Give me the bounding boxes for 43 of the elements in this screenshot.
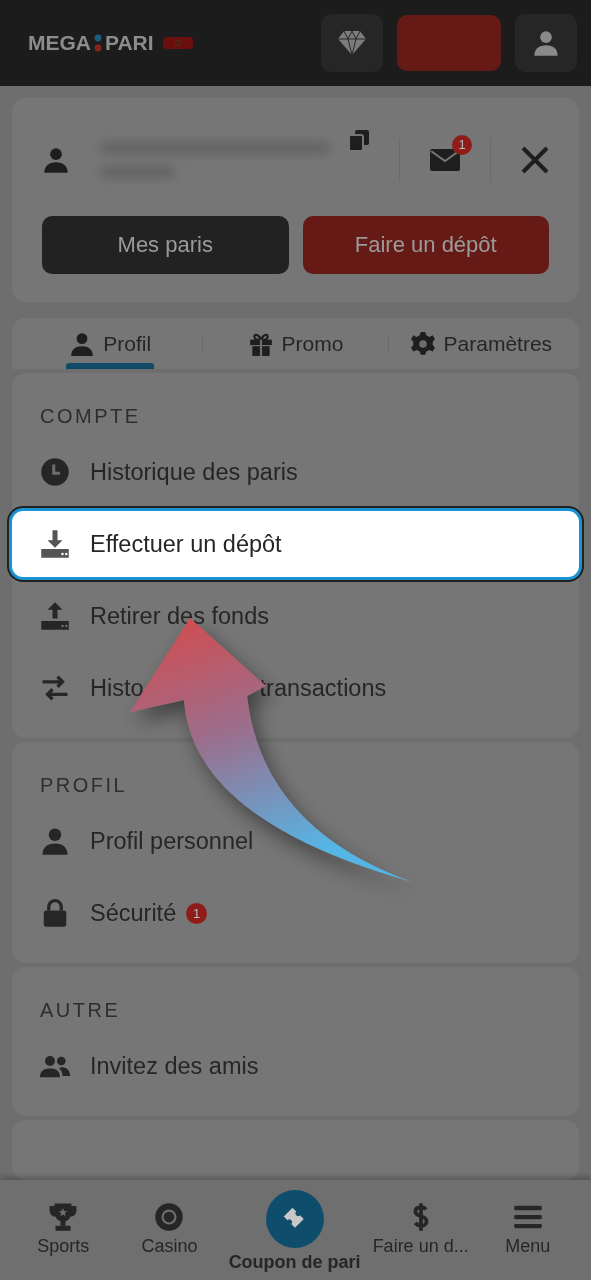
person-icon <box>40 826 70 856</box>
account-option[interactable]: Historique des paris <box>40 436 551 508</box>
flag-icon <box>162 37 193 49</box>
person-icon <box>69 330 96 357</box>
account-option[interactable]: Retirer des fonds <box>40 580 551 652</box>
person-icon <box>532 29 560 57</box>
nav-item[interactable]: Sports <box>10 1180 117 1280</box>
tab[interactable]: Promo <box>203 318 388 369</box>
nav-item[interactable]: Coupon de pari <box>222 1180 367 1280</box>
mail-icon[interactable] <box>430 149 460 171</box>
section-heading: COMPTE <box>40 405 142 428</box>
copy-icon[interactable] <box>349 130 369 152</box>
diamond-icon <box>337 30 367 56</box>
download-icon <box>40 529 70 559</box>
notification-badge: 1 <box>452 135 472 155</box>
logo-text: MEGA <box>28 31 91 55</box>
settings-icon <box>409 330 436 357</box>
tab[interactable]: Paramètres <box>388 318 573 369</box>
upload-icon <box>40 601 70 631</box>
clock-icon <box>40 457 70 487</box>
tab[interactable]: Profil <box>18 318 203 369</box>
account-option[interactable]: Invitez des amis <box>40 1030 551 1102</box>
highlighted-account-option[interactable]: Effectuer un dépôt <box>9 508 582 580</box>
my-bets-button[interactable]: Mes paris <box>42 216 289 274</box>
diamond-button[interactable] <box>321 14 383 72</box>
nav-item[interactable]: Casino <box>116 1180 223 1280</box>
account-option[interactable]: Profil personnel <box>40 805 551 877</box>
logo-dots-icon <box>94 33 102 53</box>
deposit-button[interactable]: Faire un dépôt <box>302 216 549 274</box>
close-icon[interactable] <box>521 146 549 174</box>
account-option[interactable]: Sécurité 1 <box>40 877 551 949</box>
nav-item[interactable]: Faire un d... <box>366 1180 475 1280</box>
account-option[interactable]: Histo transactions <box>40 652 551 724</box>
section-heading: PROFIL <box>40 774 129 797</box>
logo-text: PARI <box>105 31 154 55</box>
notification-badge: 1 <box>186 902 208 924</box>
user-button[interactable] <box>515 14 577 72</box>
person-icon <box>42 146 70 174</box>
nav-item[interactable]: Menu <box>474 1180 581 1280</box>
section-heading: AUTRE <box>40 999 122 1022</box>
arrows-icon <box>40 673 70 703</box>
casino-chip-icon <box>154 1202 185 1232</box>
trophy-icon <box>48 1202 79 1232</box>
